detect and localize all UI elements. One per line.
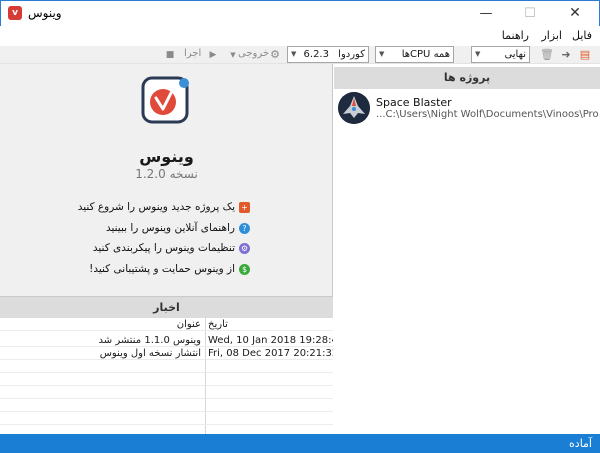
project-list-item[interactable]: Space Blaster ...C:\Users\Night Wolf\Doc… (338, 92, 600, 126)
vinoos-logo-icon (141, 76, 189, 124)
build-mode-select[interactable]: ▼ نهایی (471, 46, 530, 63)
new-project-link-label: یک پروژه جدید وینوس را شروع کنید (77, 201, 235, 213)
build-mode-value: نهایی (504, 49, 526, 60)
app-logo-icon: v (8, 6, 22, 20)
trash-icon[interactable]: 🗑 (540, 48, 554, 62)
cpu-value: همه CPUها (401, 49, 450, 60)
settings-icon: ⚙ (239, 242, 250, 254)
stop-icon[interactable]: ■ (163, 48, 177, 62)
chevron-down-icon[interactable]: ▼ (226, 48, 240, 62)
news-title: وینوس 1.1.0 منتشر شد (98, 335, 201, 346)
column-header-title[interactable]: عنوان (0, 318, 205, 331)
status-text: آماده (569, 437, 592, 450)
chevron-down-icon: ▼ (379, 50, 385, 58)
chevron-down-icon: ▼ (475, 50, 481, 58)
engine-select[interactable]: ▼ کوردوا 6.2.3 (287, 46, 369, 63)
status-bar: آماده (0, 434, 600, 453)
new-file-icon: + (239, 201, 250, 213)
table-row-empty (0, 360, 333, 373)
news-date: Wed, 10 Jan 2018 19:28:40 (208, 335, 333, 346)
column-header-date[interactable]: تاریخ (208, 318, 333, 331)
table-row[interactable]: Wed, 10 Jan 2018 19:28:40 وینوس 1.1.0 من… (0, 334, 333, 347)
chevron-down-icon: ▼ (291, 50, 297, 58)
cpu-select[interactable]: ▼ همه CPUها (375, 46, 454, 63)
arrow-icon[interactable]: ➜ (559, 48, 573, 62)
projects-panel: پروژه ها Space Blaster ...C:\Users\Night… (334, 64, 600, 434)
toolbar: ▤ ➜ 🗑 ▼ نهایی ▼ همه CPUها ▼ کوردوا 6.2.3… (0, 46, 600, 64)
online-help-link-label: راهنمای آنلاین وینوس را ببینید (105, 222, 235, 234)
table-row-empty (0, 386, 333, 399)
window-title: وینوس (28, 6, 62, 20)
online-help-link[interactable]: ? راهنمای آنلاین وینوس را ببینید (106, 222, 250, 234)
run-label[interactable]: اجرا (184, 48, 201, 59)
table-row-empty (0, 412, 333, 425)
title-bar: v وینوس — ☐ ✕ (0, 0, 600, 26)
news-date: Fri, 08 Dec 2017 20:21:32 (208, 348, 333, 359)
help-icon: ? (239, 222, 250, 234)
settings-link-label: تنظیمات وینوس را پیکربندی کنید (92, 242, 235, 254)
table-row[interactable]: Fri, 08 Dec 2017 20:21:32 انتشار نسخه او… (0, 347, 333, 360)
app-version: نسخه 1.2.0 (135, 167, 198, 181)
engine-version: 6.2.3 (303, 49, 329, 60)
app-name: وینوس (139, 147, 194, 166)
settings-link[interactable]: ⚙ تنظیمات وینوس را پیکربندی کنید (93, 242, 250, 254)
play-icon[interactable]: ▶ (206, 48, 220, 62)
menu-tools[interactable]: ابزار (541, 29, 562, 42)
donate-link-label: از وینوس حمایت و پشتیبانی کنید! (89, 263, 235, 275)
start-page: وینوس نسخه 1.2.0 + یک پروژه جدید وینوس ر… (0, 64, 333, 434)
donate-link[interactable]: $ از وینوس حمایت و پشتیبانی کنید! (89, 263, 250, 275)
gear-icon[interactable]: ⚙ (268, 48, 282, 62)
dollar-icon: $ (239, 263, 250, 275)
rocket-icon (338, 92, 370, 124)
maximize-button[interactable]: ☐ (508, 1, 552, 26)
news-header-row: تاریخ عنوان (0, 318, 333, 331)
menu-help[interactable]: راهنما (502, 29, 529, 42)
new-project-icon[interactable]: ▤ (578, 48, 592, 62)
news-header: اخبار (0, 296, 333, 318)
table-row-empty (0, 373, 333, 386)
menu-bar: فایل ابزار راهنما (0, 26, 600, 46)
close-button[interactable]: ✕ (553, 1, 597, 26)
minimize-button[interactable]: — (464, 1, 508, 26)
engine-value: کوردوا (338, 49, 365, 60)
project-path: ...C:\Users\Night Wolf\Documents\Vinoos\… (376, 109, 598, 120)
menu-file[interactable]: فایل (572, 29, 592, 42)
table-row-empty (0, 399, 333, 412)
news-title: انتشار نسخه اول وینوس (99, 348, 201, 359)
output-label[interactable]: خروجی (238, 48, 269, 59)
news-table: تاریخ عنوان Wed, 10 Jan 2018 19:28:40 وی… (0, 318, 333, 434)
project-name: Space Blaster (376, 96, 452, 109)
new-project-link[interactable]: + یک پروژه جدید وینوس را شروع کنید (78, 201, 250, 213)
projects-header: پروژه ها (334, 67, 600, 89)
